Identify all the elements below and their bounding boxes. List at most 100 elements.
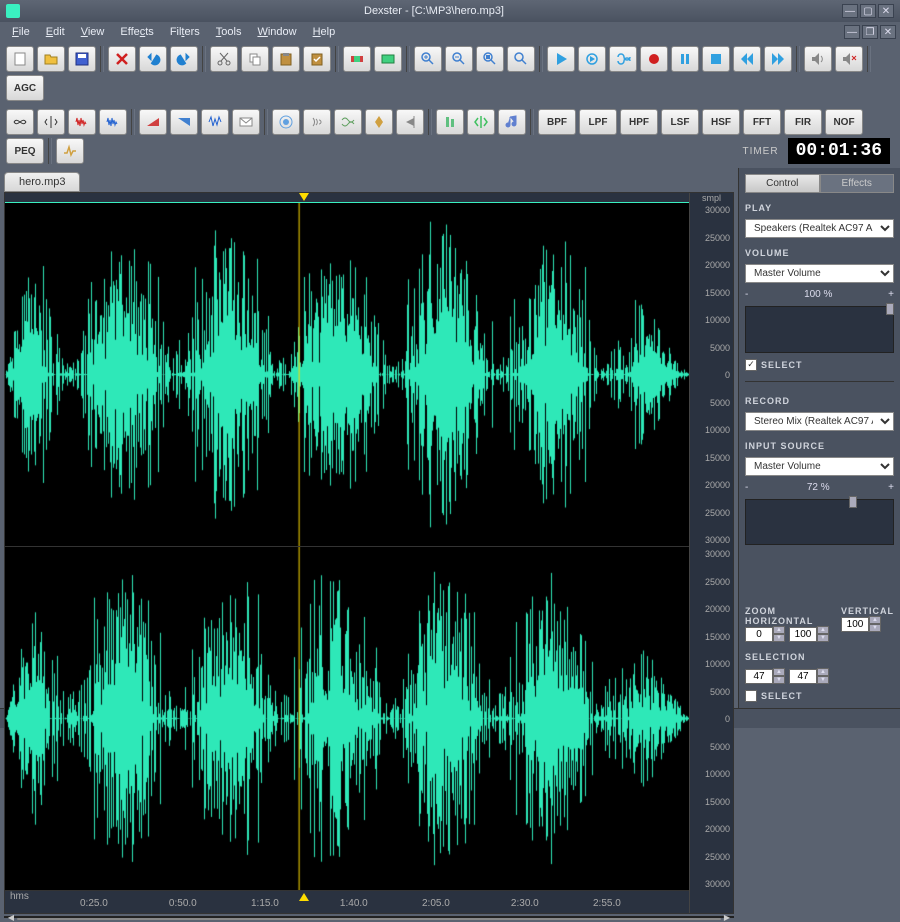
filter-hsf-button[interactable]: HSF — [702, 109, 740, 135]
spin-down-button[interactable]: ▼ — [773, 634, 785, 642]
spin-up-button[interactable]: ▲ — [773, 668, 785, 676]
filter-lpf-button[interactable]: LPF — [579, 109, 617, 135]
paste-button[interactable] — [272, 46, 300, 72]
stop-button[interactable] — [702, 46, 730, 72]
filter-nof-button[interactable]: NOF — [825, 109, 863, 135]
effect-chorus-button[interactable] — [334, 109, 362, 135]
effect-fadein-button[interactable] — [139, 109, 167, 135]
open-button[interactable] — [37, 46, 65, 72]
redo-button[interactable] — [170, 46, 198, 72]
timeline-ruler-bottom[interactable]: hms 0:25.0 0:50.0 1:15.0 1:40.0 2:05.0 2… — [5, 891, 689, 913]
spin-up-button[interactable]: ▲ — [773, 626, 785, 634]
selection-to-input[interactable] — [789, 669, 817, 684]
sidebar-tab-effects[interactable]: Effects — [820, 174, 895, 193]
effect-split-button[interactable] — [37, 109, 65, 135]
spin-up-button[interactable]: ▲ — [869, 616, 881, 624]
play-button[interactable] — [547, 46, 575, 72]
effect-wave1-button[interactable] — [68, 109, 96, 135]
maximize-button[interactable]: ▢ — [860, 4, 876, 18]
zoom-h-from-input[interactable] — [745, 627, 773, 642]
volume-device-select[interactable]: Master Volume — [745, 264, 894, 283]
scroll-thumb[interactable] — [17, 918, 721, 920]
menu-file[interactable]: File — [4, 24, 38, 40]
effect-reverse-button[interactable] — [396, 109, 424, 135]
zoom-h-to-input[interactable] — [789, 627, 817, 642]
effect-stretch-button[interactable] — [467, 109, 495, 135]
playhead-marker-bottom[interactable] — [299, 893, 309, 901]
cut-button[interactable] — [210, 46, 238, 72]
mute-button[interactable] — [835, 46, 863, 72]
effect-normalize-button[interactable] — [436, 109, 464, 135]
filter-fir-button[interactable]: FIR — [784, 109, 822, 135]
effect-echo-button[interactable] — [303, 109, 331, 135]
filter-hpf-button[interactable]: HPF — [620, 109, 658, 135]
select-all-button[interactable] — [374, 46, 402, 72]
effect-wave2-button[interactable] — [99, 109, 127, 135]
trim-button[interactable] — [343, 46, 371, 72]
selection-select-checkbox[interactable] — [745, 690, 757, 702]
mdi-minimize-button[interactable]: — — [844, 25, 860, 39]
mdi-restore-button[interactable]: ❐ — [862, 25, 878, 39]
undo-button[interactable] — [139, 46, 167, 72]
effect-eq-button[interactable] — [56, 138, 84, 164]
effect-crossfade-button[interactable] — [6, 109, 34, 135]
spin-down-button[interactable]: ▼ — [817, 676, 829, 684]
pause-button[interactable] — [671, 46, 699, 72]
zoom-fit-button[interactable] — [507, 46, 535, 72]
zoom-out-button[interactable] — [445, 46, 473, 72]
record-button[interactable] — [640, 46, 668, 72]
save-button[interactable] — [68, 46, 96, 72]
forward-button[interactable] — [764, 46, 792, 72]
menu-view[interactable]: View — [73, 24, 113, 40]
file-tab[interactable]: hero.mp3 — [4, 172, 80, 192]
rewind-button[interactable] — [733, 46, 761, 72]
menu-tools[interactable]: Tools — [208, 24, 250, 40]
zoom-selection-button[interactable] — [476, 46, 504, 72]
mix-paste-button[interactable] — [303, 46, 331, 72]
effect-fadeout-button[interactable] — [170, 109, 198, 135]
menu-effects[interactable]: Effects — [112, 24, 161, 40]
effect-amplify-button[interactable] — [201, 109, 229, 135]
volume-button[interactable] — [804, 46, 832, 72]
spin-down-button[interactable]: ▼ — [869, 624, 881, 632]
volume-slider[interactable] — [745, 306, 894, 353]
menu-edit[interactable]: Edit — [38, 24, 73, 40]
timeline-ruler-top[interactable] — [5, 193, 689, 203]
spin-down-button[interactable]: ▼ — [817, 634, 829, 642]
agc-button[interactable]: AGC — [6, 75, 44, 101]
play-loop-button[interactable] — [578, 46, 606, 72]
delete-button[interactable] — [108, 46, 136, 72]
filter-lsf-button[interactable]: LSF — [661, 109, 699, 135]
sidebar-tab-control[interactable]: Control — [745, 174, 820, 193]
slider-thumb[interactable] — [886, 303, 894, 315]
selection-from-input[interactable] — [745, 669, 773, 684]
mdi-close-button[interactable]: ✕ — [880, 25, 896, 39]
zoom-v-input[interactable] — [841, 617, 869, 632]
effect-tone-button[interactable] — [498, 109, 526, 135]
input-device-select[interactable]: Master Volume — [745, 457, 894, 476]
effect-envelope-button[interactable] — [232, 109, 260, 135]
menu-window[interactable]: Window — [249, 24, 304, 40]
play-device-select[interactable]: Speakers (Realtek AC97 Au — [745, 219, 894, 238]
volume-select-checkbox[interactable]: ✓ — [745, 359, 757, 371]
slider-thumb[interactable] — [849, 496, 857, 508]
close-button[interactable]: ✕ — [878, 4, 894, 18]
record-device-select[interactable]: Stereo Mix (Realtek AC97 A — [745, 412, 894, 431]
spin-up-button[interactable]: ▲ — [817, 626, 829, 634]
waveform-channel-right[interactable] — [5, 547, 689, 891]
loop-button[interactable] — [609, 46, 637, 72]
waveform-view[interactable]: hms 0:25.0 0:50.0 1:15.0 1:40.0 2:05.0 2… — [4, 192, 734, 914]
spin-up-button[interactable]: ▲ — [817, 668, 829, 676]
menu-help[interactable]: Help — [305, 24, 344, 40]
filter-fft-button[interactable]: FFT — [743, 109, 781, 135]
effect-pitch-button[interactable] — [365, 109, 393, 135]
horizontal-scrollbar[interactable]: ◀ ▶ — [4, 916, 734, 918]
menu-filters[interactable]: Filters — [162, 24, 208, 40]
minimize-button[interactable]: — — [842, 4, 858, 18]
new-button[interactable] — [6, 46, 34, 72]
zoom-in-button[interactable] — [414, 46, 442, 72]
waveform-channel-left[interactable] — [5, 203, 689, 547]
playhead-marker[interactable] — [299, 193, 309, 201]
filter-peq-button[interactable]: PEQ — [6, 138, 44, 164]
input-slider[interactable] — [745, 499, 894, 546]
